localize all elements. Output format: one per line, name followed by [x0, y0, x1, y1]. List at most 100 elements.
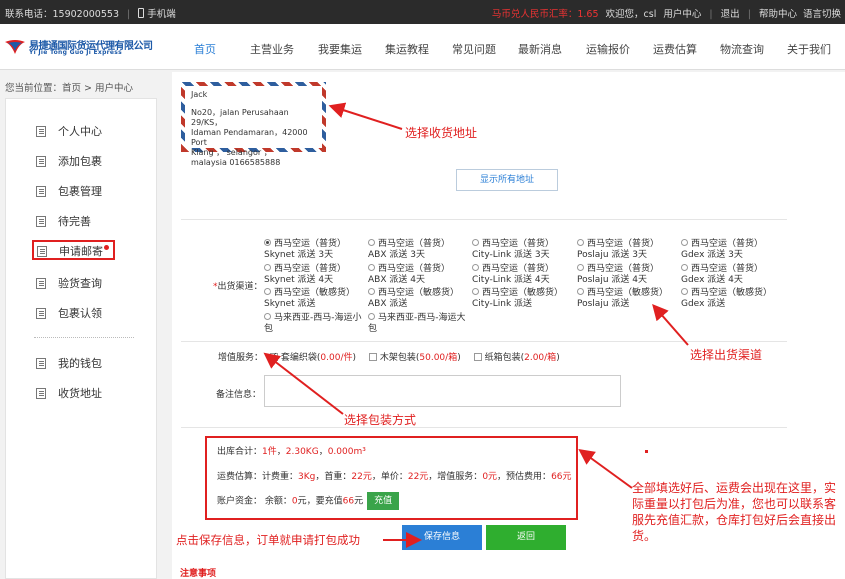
address-line: Klang ， selangor ， — [191, 148, 272, 157]
document-icon — [36, 126, 46, 137]
sidebar-item-add-package[interactable]: 添加包裹 — [36, 153, 102, 173]
site-header: 易捷通国际货运代理有限公司 Yi Jie Tong Guo Ji Express… — [0, 24, 845, 70]
help-center-link[interactable]: 帮助中心 — [759, 9, 797, 20]
divider — [181, 427, 787, 428]
notification-dot — [104, 245, 109, 250]
notice-heading: 注意事项 — [180, 569, 217, 579]
annotation-fee-explain: 全部填选好后、运费会出现在这里，实际重量以打包后为准，您也可以联系客服先充值汇款… — [632, 481, 837, 543]
address-name: Jack — [191, 90, 208, 99]
sidebar-item-wallet[interactable]: 我的钱包 — [36, 355, 102, 375]
show-all-addresses-button[interactable]: 显示所有地址 — [456, 169, 558, 191]
nav-consolidation[interactable]: 我要集运 — [318, 41, 362, 57]
sidebar-item-claim[interactable]: 包裹认领 — [36, 305, 102, 325]
radio-button[interactable] — [368, 288, 375, 295]
radio-button[interactable] — [681, 264, 688, 271]
logo-mark-icon — [5, 40, 25, 54]
address-card[interactable]: Jack No20，jalan Perusahaan 29/KS， Idaman… — [181, 82, 326, 167]
language-switch[interactable]: 语言切换 — [803, 9, 841, 20]
nav-faq[interactable]: 常见问题 — [452, 41, 496, 57]
welcome-text: 欢迎您，csl — [605, 9, 657, 20]
radio-button[interactable] — [472, 264, 479, 271]
radio-button[interactable] — [681, 239, 688, 246]
sidebar-item-address[interactable]: 收货地址 — [36, 385, 102, 405]
sidebar-item-personal-center[interactable]: 个人中心 — [36, 123, 102, 143]
radio-button[interactable] — [472, 288, 479, 295]
top-bar: 联系电话：15902000553 | 手机端 马币兑人民币汇率：1.65 欢迎您… — [0, 0, 845, 24]
channel-option[interactable]: 西马空运（普货） City-Link 派送 3天 — [472, 239, 574, 261]
channel-option[interactable]: 西马空运（普货） City-Link 派送 4天 — [472, 264, 574, 286]
checkbox-checked[interactable] — [269, 351, 278, 361]
address-line: Idaman Pendamaran，42000 Port — [191, 128, 308, 147]
sidebar-item-inspection[interactable]: 验货查询 — [36, 275, 102, 295]
account-funds: 账户资金： 余额：0元，要充值66元 充值 — [217, 492, 400, 510]
back-button[interactable]: 返回 — [486, 525, 566, 550]
sidebar-item-apply-shipping[interactable]: 申请邮寄 — [32, 240, 115, 260]
outbound-total: 出库合计：1件，2.30KG，0.000m³ — [217, 447, 366, 457]
radio-button[interactable] — [264, 239, 271, 246]
nav-news[interactable]: 最新消息 — [518, 41, 562, 57]
channel-option[interactable]: 西马空运（敏感货） ABX 派送 — [368, 288, 470, 310]
sidebar: 个人中心 添加包裹 包裹管理 待完善 申请邮寄 验货查询 包裹认领 我的钱包 收… — [5, 98, 157, 579]
user-center-link[interactable]: 用户中心 — [663, 9, 701, 20]
channel-option[interactable]: 西马空运（普货） Skynet 派送 3天 — [264, 239, 366, 261]
channel-option[interactable]: 西马空运（敏感货） City-Link 派送 — [472, 288, 574, 310]
document-icon — [36, 358, 46, 369]
channel-option[interactable]: 马来西亚-西马-海运小包 — [264, 313, 366, 335]
radio-button[interactable] — [264, 264, 271, 271]
radio-button[interactable] — [368, 264, 375, 271]
radio-button[interactable] — [472, 239, 479, 246]
channel-option[interactable]: 西马空运（普货） Gdex 派送 3天 — [681, 239, 783, 261]
breadcrumb: 您当前位置：首页 > 用户中心 — [5, 83, 133, 94]
radio-button[interactable] — [368, 239, 375, 246]
red-marker — [645, 450, 648, 453]
save-button[interactable]: 保存信息 — [402, 525, 482, 550]
logout-link[interactable]: 退出 — [721, 9, 740, 20]
exchange-rate: 马币兑人民币汇率：1.65 — [491, 9, 599, 20]
radio-button[interactable] — [577, 264, 584, 271]
nav-main-business[interactable]: 主营业务 — [250, 41, 294, 57]
channel-option[interactable]: 西马空运（敏感货） Skynet 派送 — [264, 288, 366, 310]
channel-option[interactable]: 西马空运（普货） ABX 派送 3天 — [368, 239, 470, 261]
radio-button[interactable] — [264, 313, 271, 320]
radio-button[interactable] — [681, 288, 688, 295]
channel-option[interactable]: 西马空运（普货） Gdex 派送 4天 — [681, 264, 783, 286]
fee-summary-box: 出库合计：1件，2.30KG，0.000m³ 运费估算：计费重：3Kg，首重：2… — [205, 436, 578, 520]
fee-estimate: 运费估算：计费重：3Kg，首重：22元，单价：22元，增值服务：0元，预估费用：… — [217, 472, 572, 482]
checkbox[interactable] — [368, 353, 377, 361]
annotation-select-channel: 选择出货渠道 — [690, 348, 763, 362]
option-woven-bag[interactable]: 套编织袋(0.00/件) — [266, 351, 356, 363]
channel-option[interactable]: 西马空运（普货） Poslaju 派送 3天 — [577, 239, 679, 261]
nav-tracking[interactable]: 物流查询 — [720, 41, 764, 57]
radio-button[interactable] — [264, 288, 271, 295]
mobile-link[interactable]: 手机端 — [138, 8, 176, 20]
document-icon — [36, 186, 46, 197]
option-wooden-frame[interactable]: 木架包装(50.00/箱) — [365, 353, 461, 363]
annotation-select-packing: 选择包装方式 — [344, 413, 417, 427]
checkbox[interactable] — [473, 353, 482, 361]
radio-button[interactable] — [577, 288, 584, 295]
sidebar-divider — [34, 337, 134, 338]
document-icon — [36, 388, 46, 399]
site-logo[interactable]: 易捷通国际货运代理有限公司 Yi Jie Tong Guo Ji Express — [4, 37, 153, 59]
channel-option[interactable]: 西马空运（普货） Skynet 派送 4天 — [264, 264, 366, 286]
sidebar-item-pending[interactable]: 待完善 — [36, 213, 91, 233]
nav-tutorial[interactable]: 集运教程 — [385, 41, 429, 57]
divider — [181, 341, 787, 342]
channel-option[interactable]: 西马空运（普货） Poslaju 派送 4天 — [577, 264, 679, 286]
nav-estimate[interactable]: 运费估算 — [653, 41, 697, 57]
radio-button[interactable] — [577, 239, 584, 246]
channel-option[interactable]: 西马空运（敏感货） Poslaju 派送 — [577, 288, 679, 310]
channel-option[interactable]: 西马空运（普货） ABX 派送 4天 — [368, 264, 470, 286]
mobile-icon — [138, 8, 145, 18]
nav-quote[interactable]: 运输报价 — [586, 41, 630, 57]
channel-option[interactable]: 马来西亚-西马-海运大包 — [368, 313, 470, 335]
recharge-button[interactable]: 充值 — [367, 492, 400, 510]
radio-button[interactable] — [368, 313, 375, 320]
channel-option[interactable]: 西马空运（敏感货） Gdex 派送 — [681, 288, 783, 310]
remark-textarea[interactable] — [264, 375, 621, 407]
sidebar-item-package-manage[interactable]: 包裹管理 — [36, 183, 102, 203]
nav-about[interactable]: 关于我们 — [787, 41, 831, 57]
option-carton[interactable]: 纸箱包装(2.00/箱) — [470, 353, 560, 363]
nav-home[interactable]: 首页 — [194, 41, 216, 57]
document-icon — [37, 246, 47, 257]
